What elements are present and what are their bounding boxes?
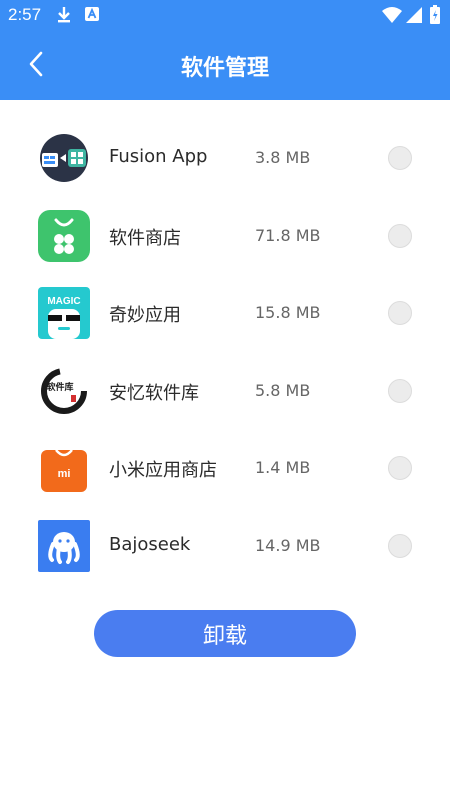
magic-logo-text: MAGIC (47, 296, 80, 307)
app-size: 15.8 MB (255, 303, 321, 322)
xiaomi-logo-text: mi (58, 468, 71, 480)
app-size: 5.8 MB (255, 380, 311, 400)
app-name: Bajoseek (109, 533, 191, 555)
status-time: 2:57 (8, 5, 42, 24)
app-name: Fusion App (109, 146, 208, 167)
app-name: 奇妙应用 (109, 305, 181, 326)
magic-app-icon: MAGIC (38, 287, 90, 339)
app-name: 小米应用商店 (109, 460, 217, 481)
title-bar: 软件管理 (0, 40, 450, 92)
software-store-icon (38, 209, 90, 262)
select-checkbox[interactable] (388, 378, 412, 403)
app-size: 14.9 MB (255, 535, 321, 555)
anyi-logo-text: 软件库 (46, 381, 73, 393)
fusion-app-icon (38, 132, 90, 184)
app-header: 2:57 软件管理 (0, 0, 450, 100)
list-item[interactable]: mi 小米应用商店 1.4 MB (0, 442, 450, 520)
select-checkbox[interactable] (388, 223, 412, 248)
list-item[interactable]: Fusion App 3.8 MB (0, 132, 450, 210)
bajoseek-icon (38, 519, 90, 572)
list-item[interactable]: MAGIC 奇妙应用 15.8 MB (0, 287, 450, 365)
app-name: 安忆软件库 (109, 382, 199, 404)
list-item[interactable]: 软件库 安忆软件库 5.8 MB (0, 364, 450, 443)
notification-a-icon (84, 6, 100, 26)
app-size: 3.8 MB (255, 148, 311, 167)
battery-icon (430, 5, 440, 28)
page-title: 软件管理 (180, 56, 269, 81)
select-checkbox[interactable] (388, 301, 412, 325)
signal-icon (406, 7, 422, 27)
wifi-icon (382, 7, 402, 27)
list-item[interactable]: 软件商店 71.8 MB (0, 209, 450, 288)
status-bar: 2:57 (0, 0, 450, 30)
download-icon (56, 6, 72, 28)
xiaomi-store-icon: mi (38, 442, 90, 494)
anyi-library-icon: 软件库 (38, 364, 90, 417)
list-item[interactable]: Bajoseek 14.9 MB (0, 519, 450, 598)
app-size: 1.4 MB (255, 458, 311, 477)
app-list: Fusion App 3.8 MB 软件商店 71.8 MB MAGIC 奇妙应… (0, 132, 450, 597)
uninstall-button[interactable]: 卸载 (94, 610, 356, 657)
select-checkbox[interactable] (388, 456, 412, 480)
app-size: 71.8 MB (255, 225, 321, 245)
select-checkbox[interactable] (388, 533, 412, 558)
select-checkbox[interactable] (388, 146, 412, 170)
app-name: 软件商店 (109, 227, 181, 249)
